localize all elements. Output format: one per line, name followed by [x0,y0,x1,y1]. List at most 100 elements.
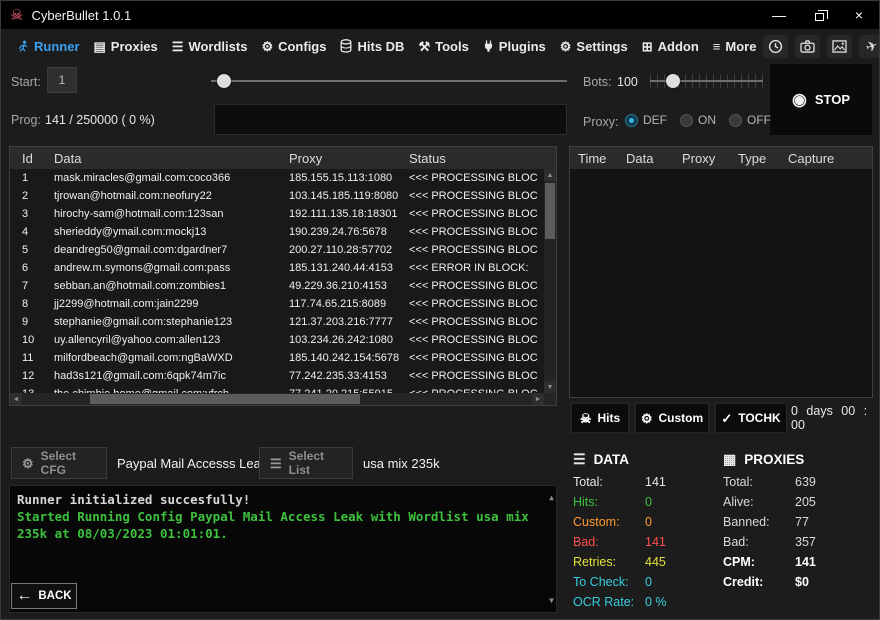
scroll-up-icon[interactable]: ▲ [544,169,556,181]
history-icon [768,39,783,54]
table-row[interactable]: 13the.chimbie.home@gmail.com:vfrch77.241… [10,385,544,393]
cell-id: 2 [10,190,46,202]
camera-button[interactable] [795,35,820,58]
proxy-option-def[interactable]: DEF [625,113,667,127]
hits-col-header-capture[interactable]: Capture [784,147,872,169]
table-row[interactable]: 3hirochy-sam@hotmail.com:123san192.111.1… [10,205,544,223]
hits-button[interactable]: ☠ Hits [571,403,629,433]
select-list-button[interactable]: ☰ Select List [259,447,353,479]
hits-col-header-data[interactable]: Data [622,147,678,169]
selected-wordlist-name: usa mix 235k [363,447,440,479]
scrollbar-thumb[interactable] [545,183,555,239]
proxies-stats-rows: Total:639Alive:205Banned:77Bad:357CPM:14… [723,472,871,592]
table-row[interactable]: 9stephanie@gmail.com:stephanie123121.37.… [10,313,544,331]
cell-id: 1 [10,172,46,184]
stop-label: STOP [815,92,850,107]
results-horizontal-scrollbar[interactable]: ◄ ► [10,393,544,405]
stat-label: Banned: [723,515,795,529]
nav-item-label: More [725,39,756,54]
hits-col-header-type[interactable]: Type [734,147,784,169]
maximize-button[interactable] [799,1,839,29]
table-row[interactable]: 5deandreg50@gmail.com:dgardner7200.27.11… [10,241,544,259]
scrollbar-thumb[interactable] [90,394,360,404]
stat-label: Custom: [573,515,645,529]
gallery-button[interactable] [827,35,852,58]
nav-item-proxies[interactable]: ▤Proxies [87,39,165,54]
slider-track [211,80,567,82]
log-scroll-up-icon[interactable]: ▲ [549,489,554,506]
bots-slider[interactable] [650,73,763,89]
nav-item-more[interactable]: ≡More [706,39,764,54]
radio-icon [680,114,693,127]
start-input[interactable] [47,67,77,93]
nav-items: Runner▤Proxies☰Wordlists⚙ConfigsHits DB⚒… [9,39,763,54]
app-window: ☠ CyberBullet 1.0.1 — × Runner▤Proxies☰W… [0,0,880,620]
radio-label: OFF [747,113,771,127]
cell-data: sherieddy@ymail.com:mockj13 [46,226,287,238]
stat-row: Retries:445 [573,552,721,572]
history-button[interactable] [763,35,788,58]
proxy-option-on[interactable]: ON [680,113,716,127]
proxy-label: Proxy: [583,115,618,129]
custom-button[interactable]: ⚙ Custom [635,403,709,433]
log-scroll-down-icon[interactable]: ▼ [549,592,554,609]
slider-thumb[interactable] [217,74,231,88]
cell-data: uy.allencyril@yahoo.com:allen123 [46,334,287,346]
tochk-button[interactable]: ✓ TOCHK [715,403,787,433]
slider-thumb[interactable] [666,74,680,88]
stat-value: 445 [645,555,666,569]
table-row[interactable]: 7sebban.an@hotmail.com:zombies149.229.36… [10,277,544,295]
stat-value: 639 [795,475,816,489]
results-col-header-data[interactable]: Data [46,147,287,169]
scroll-left-icon[interactable]: ◄ [10,393,22,405]
table-row[interactable]: 10uy.allencyril@yahoo.com:allen123103.23… [10,331,544,349]
table-row[interactable]: 12had3s121@gmail.com:6qpk74m7ic77.242.23… [10,367,544,385]
window-controls: — × [759,1,879,29]
maximize-icon [815,13,824,21]
results-col-header-status[interactable]: Status [407,147,556,169]
table-row[interactable]: 11milfordbeach@gmail.com:ngBaWXD185.140.… [10,349,544,367]
cell-id: 9 [10,316,46,328]
nav-item-runner[interactable]: Runner [9,39,87,54]
nav-item-settings[interactable]: ⚙Settings [553,39,635,54]
send-button[interactable]: ✈ [859,35,880,58]
stat-value: 0 [645,575,652,589]
scroll-down-icon[interactable]: ▼ [544,381,556,393]
proxy-option-off[interactable]: OFF [729,113,771,127]
start-slider[interactable] [211,73,567,89]
results-col-header-id[interactable]: Id [10,147,46,169]
stat-row: OCR Rate:0 % [573,592,721,612]
select-cfg-button[interactable]: ⚙ Select CFG [11,447,107,479]
nav-item-tools[interactable]: ⚒Tools [411,39,475,54]
stat-label: Bad: [573,535,645,549]
nav-item-plugins[interactable]: Plugins [476,39,553,54]
table-row[interactable]: 6andrew.m.symons@gmail.com:pass185.131.2… [10,259,544,277]
cell-data: hirochy-sam@hotmail.com:123san [46,208,287,220]
table-row[interactable]: 2tjrowan@hotmail.com:neofury22103.145.18… [10,187,544,205]
results-col-header-proxy[interactable]: Proxy [287,147,407,169]
hits-col-header-time[interactable]: Time [570,147,622,169]
close-button[interactable]: × [839,1,879,29]
data-stats-header: ☰ DATA [573,448,721,470]
stat-label: Total: [573,475,645,489]
progress-bar [214,104,567,135]
table-row[interactable]: 8jj2299@hotmail.com:jain2299117.74.65.21… [10,295,544,313]
nav-item-hits-db[interactable]: Hits DB [333,39,411,54]
nav-item-configs[interactable]: ⚙Configs [254,39,333,54]
stop-button[interactable]: ◉ STOP [769,63,873,136]
hits-col-header-proxy[interactable]: Proxy [678,147,734,169]
hits-table: TimeDataProxyTypeCapture [569,146,873,398]
cell-id: 6 [10,262,46,274]
back-button[interactable]: ← BACK [11,583,77,609]
nav-item-addon[interactable]: ⊞Addon [635,39,706,54]
results-vertical-scrollbar[interactable]: ▲ ▼ [544,169,556,393]
table-row[interactable]: 1mask.miracles@gmail.com:coco366185.155.… [10,169,544,187]
table-row[interactable]: 4sherieddy@ymail.com:mockj13190.239.24.7… [10,223,544,241]
radio-icon [625,114,638,127]
stat-row: CPM:141 [723,552,871,572]
stat-label: To Check: [573,575,645,589]
nav-item-wordlists[interactable]: ☰Wordlists [165,39,255,54]
scroll-right-icon[interactable]: ► [532,393,544,405]
bots-value[interactable]: 100 [617,75,638,89]
minimize-button[interactable]: — [759,1,799,29]
